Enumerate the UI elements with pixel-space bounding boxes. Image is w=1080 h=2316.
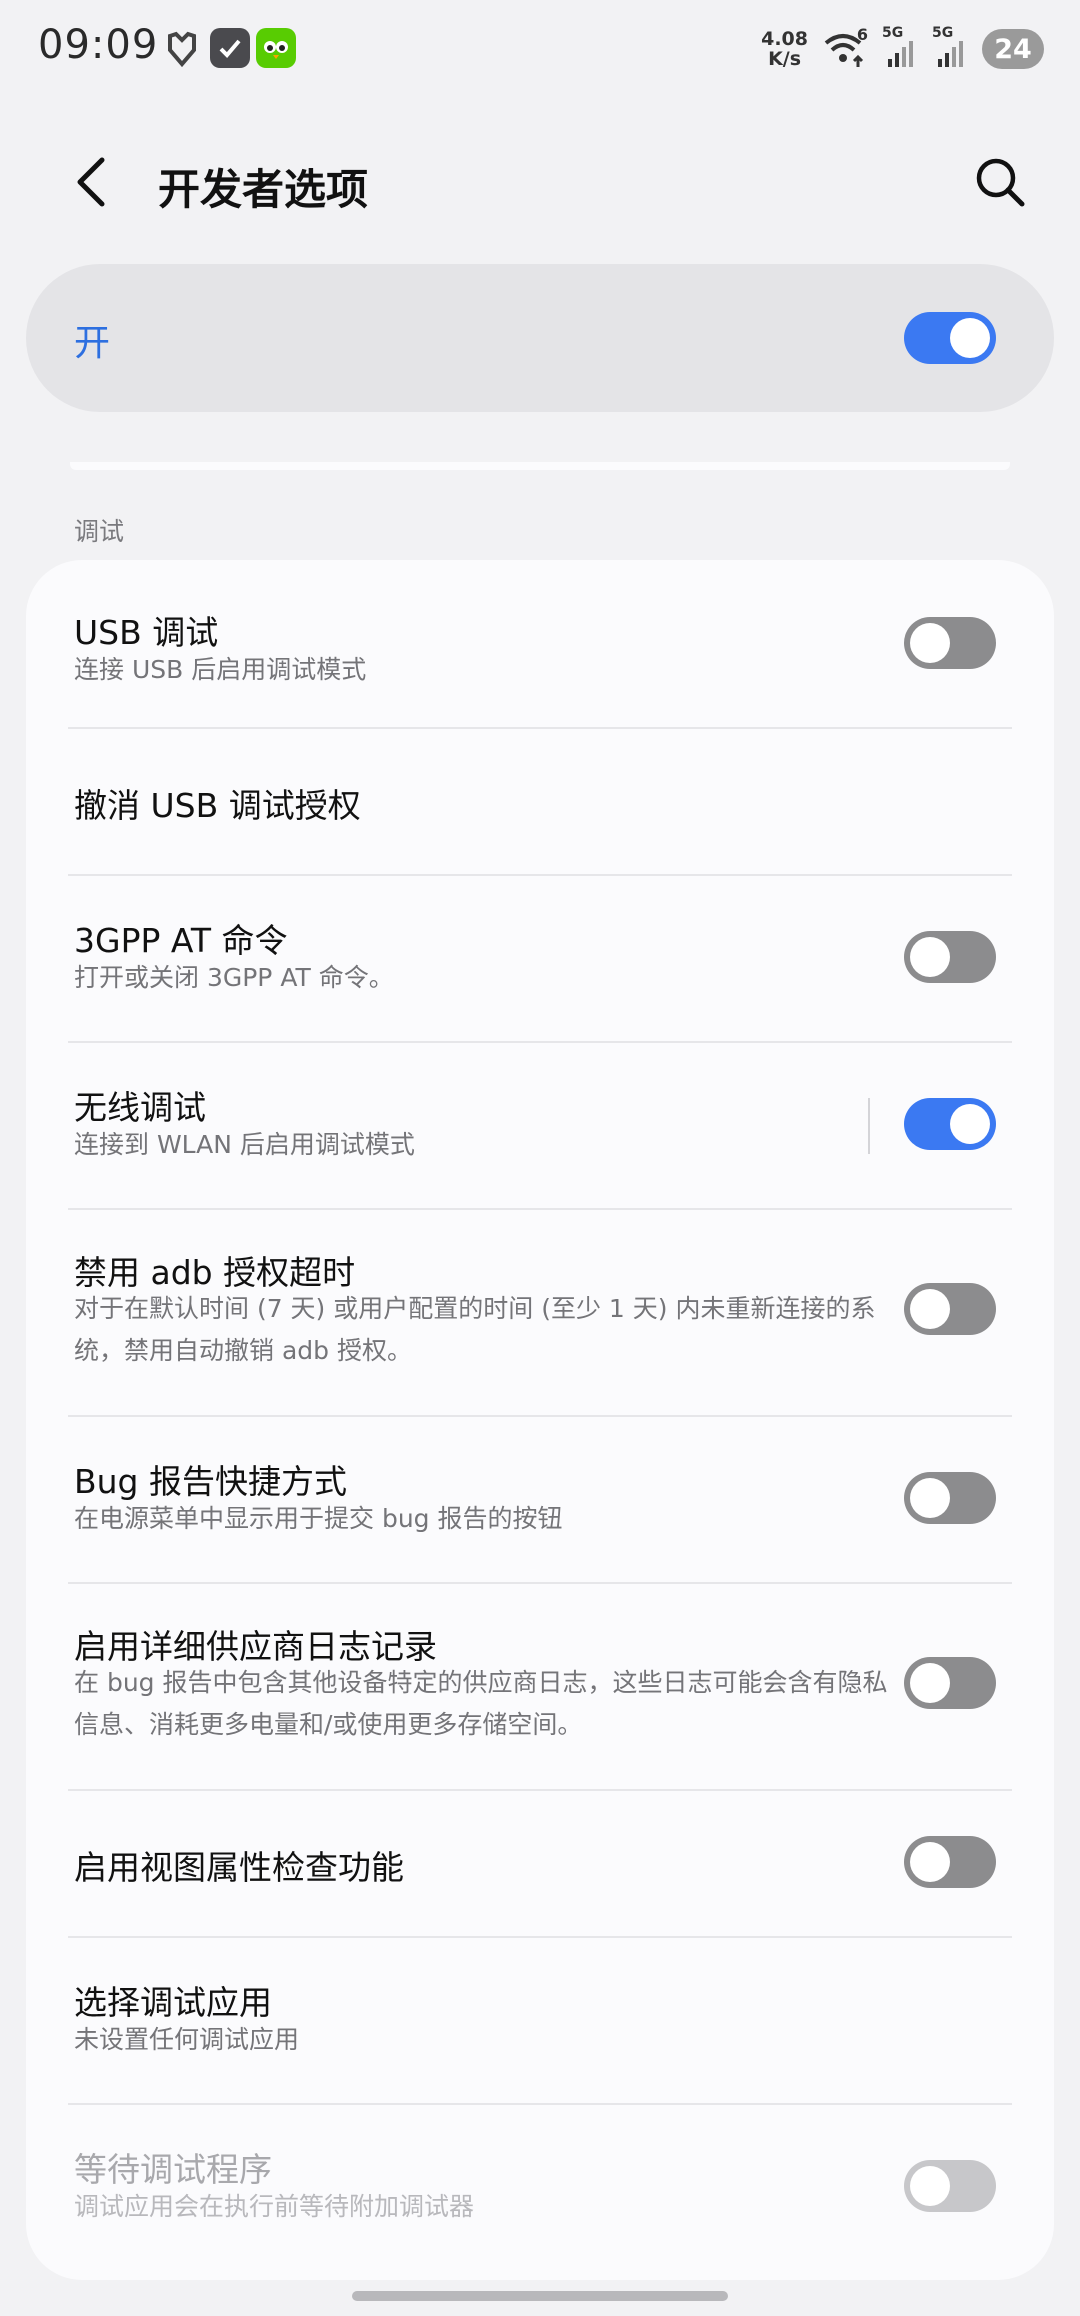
- status-right-group: 4.08 K/s 6 5G 5G 24: [761, 25, 1044, 72]
- master-switch-label: 开: [74, 323, 111, 364]
- search-icon[interactable]: [970, 152, 1030, 212]
- setting-subtitle: 打开或关闭 3GPP AT 命令。: [74, 963, 394, 992]
- wait-debugger-toggle: [904, 2160, 996, 2212]
- gesture-home-bar[interactable]: [352, 2291, 728, 2301]
- back-arrow-icon[interactable]: [66, 152, 126, 212]
- 3gpp-at-toggle[interactable]: [904, 931, 996, 983]
- setting-verbose-vendor-logging[interactable]: 启用详细供应商日志记录 在 bug 报告中包含其他设备特定的供应商日志，这些日志…: [26, 1584, 1054, 1790]
- setting-title: 无线调试: [74, 1088, 206, 1127]
- setting-title: 启用视图属性检查功能: [74, 1848, 404, 1887]
- wireless-debugging-toggle[interactable]: [904, 1098, 996, 1150]
- setting-title: Bug 报告快捷方式: [74, 1462, 347, 1501]
- setting-subtitle: 未设置任何调试应用: [74, 2025, 300, 2054]
- setting-subtitle: 对于在默认时间 (7 天) 或用户配置的时间 (至少 1 天) 内未重新连接的系…: [74, 1294, 876, 1365]
- setting-title: 3GPP AT 命令: [74, 921, 288, 960]
- setting-title: 等待调试程序: [74, 2150, 272, 2189]
- setting-wireless-debugging[interactable]: 无线调试 连接到 WLAN 后启用调试模式: [26, 1043, 1054, 1209]
- setting-subtitle: 连接到 WLAN 后启用调试模式: [74, 1130, 415, 1159]
- view-inspection-toggle[interactable]: [904, 1836, 996, 1888]
- setting-revoke-usb-auth[interactable]: 撤消 USB 调试授权: [26, 729, 1054, 875]
- status-time: 09:09: [38, 22, 159, 68]
- network-speed: 4.08 K/s: [761, 28, 808, 70]
- setting-subtitle: 在 bug 报告中包含其他设备特定的供应商日志，这些日志可能会含有隐私信息、消耗…: [74, 1668, 888, 1739]
- setting-disable-adb-timeout[interactable]: 禁用 adb 授权超时 对于在默认时间 (7 天) 或用户配置的时间 (至少 1…: [26, 1210, 1054, 1416]
- setting-title: 启用详细供应商日志记录: [74, 1627, 437, 1666]
- setting-title: USB 调试: [74, 613, 219, 652]
- debug-settings-card: USB 调试 连接 USB 后启用调试模式 撤消 USB 调试授权 3GPP A…: [26, 560, 1054, 2280]
- setting-title: 选择调试应用: [74, 1983, 272, 2022]
- setting-select-debug-app[interactable]: 选择调试应用 未设置任何调试应用: [26, 1938, 1054, 2104]
- wifi-icon: 6: [822, 25, 868, 69]
- setting-subtitle: 在电源菜单中显示用于提交 bug 报告的按钮: [74, 1504, 563, 1533]
- setting-wait-for-debugger: 等待调试程序 调试应用会在执行前等待附加调试器: [26, 2105, 1054, 2271]
- hidden-card-edge: [70, 462, 1010, 470]
- signal-sim2-icon: 5G: [932, 25, 968, 69]
- setting-title: 禁用 adb 授权超时: [74, 1253, 356, 1292]
- vertical-separator: [868, 1098, 870, 1154]
- setting-subtitle: 连接 USB 后启用调试模式: [74, 655, 367, 684]
- duolingo-app-icon: [256, 28, 296, 68]
- setting-usb-debugging[interactable]: USB 调试 连接 USB 后启用调试模式: [26, 560, 1054, 728]
- setting-subtitle: 调试应用会在执行前等待附加调试器: [74, 2192, 475, 2221]
- checklist-app-icon: [210, 28, 250, 68]
- section-header-debug: 调试: [74, 517, 125, 546]
- signal-sim1-icon: 5G: [882, 25, 918, 69]
- adb-timeout-toggle[interactable]: [904, 1283, 996, 1335]
- master-toggle[interactable]: [904, 312, 996, 364]
- battery-indicator: 24: [982, 29, 1044, 69]
- status-bar: 09:09 4.08 K/s 6 5G 5G 24: [0, 0, 1080, 100]
- setting-3gpp-at[interactable]: 3GPP AT 命令 打开或关闭 3GPP AT 命令。: [26, 876, 1054, 1042]
- setting-bug-report-shortcut[interactable]: Bug 报告快捷方式 在电源菜单中显示用于提交 bug 报告的按钮: [26, 1417, 1054, 1583]
- mi-shield-icon: [162, 28, 202, 68]
- usb-debugging-toggle[interactable]: [904, 617, 996, 669]
- setting-title: 撤消 USB 调试授权: [74, 786, 361, 825]
- setting-view-attribute-inspection[interactable]: 启用视图属性检查功能: [26, 1791, 1054, 1937]
- page-title: 开发者选项: [158, 165, 369, 214]
- master-switch-row[interactable]: 开: [26, 264, 1054, 412]
- vendor-logging-toggle[interactable]: [904, 1657, 996, 1709]
- app-bar: 开发者选项: [0, 130, 1080, 234]
- bug-report-toggle[interactable]: [904, 1472, 996, 1524]
